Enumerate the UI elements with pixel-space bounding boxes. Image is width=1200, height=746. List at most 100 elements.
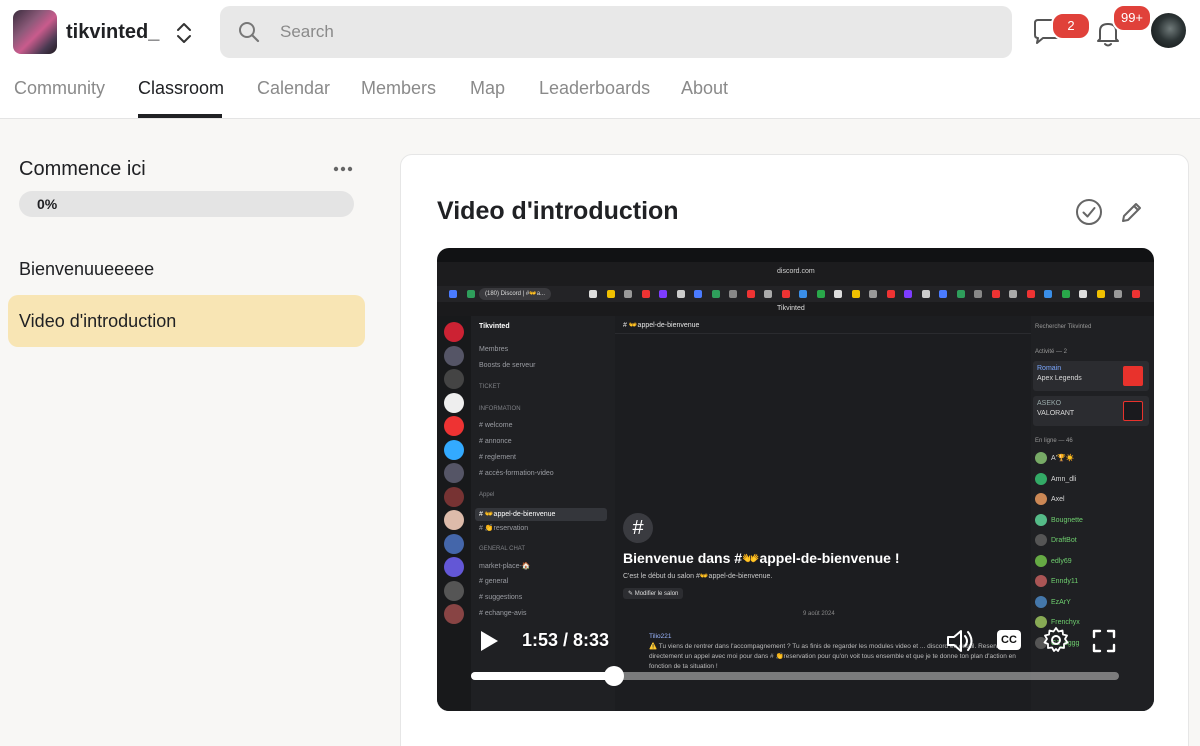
course-title: Commence ici <box>19 158 146 180</box>
chat-button[interactable]: 2 <box>1030 12 1091 48</box>
video-server-icon <box>444 486 464 507</box>
video-bookmark-icon <box>974 290 982 298</box>
video-member-name: Frenchyx <box>1051 618 1080 626</box>
video-member-item: DraftBot <box>1035 534 1077 546</box>
video-bookmarks-bar: (180) Discord | #👐a... <box>437 286 1154 302</box>
lesson-item-bienvenue[interactable]: Bienvenuueeeee <box>8 243 365 295</box>
video-activity-name: ASEKO <box>1037 400 1062 407</box>
play-icon[interactable] <box>475 628 501 654</box>
volume-icon[interactable] <box>945 628 975 654</box>
lesson-card: Video d'introduction discord.com (180) D… <box>400 154 1189 746</box>
video-member-name: Axel <box>1051 495 1065 503</box>
video-activity-game: Apex Legends <box>1037 375 1082 382</box>
course-progress-bar: 0% <box>19 191 354 217</box>
search-input[interactable] <box>280 6 980 58</box>
fullscreen-icon[interactable] <box>1091 628 1117 654</box>
video-bookmark-icon <box>606 290 615 298</box>
video-bookmark-icon <box>466 290 475 298</box>
captions-icon[interactable]: CC <box>997 630 1021 650</box>
video-channel-item: # welcome <box>479 422 513 429</box>
gear-icon[interactable] <box>1042 626 1070 654</box>
video-member-name: DraftBot <box>1051 536 1077 544</box>
video-seek-handle[interactable] <box>603 666 624 686</box>
chat-badge: 2 <box>1051 12 1091 40</box>
video-bookmark-icon <box>1061 290 1070 298</box>
video-server-icon <box>444 369 464 389</box>
video-app-bar: Tikvinted <box>437 302 1154 316</box>
video-channel-item: Boosts de serveur <box>479 362 536 369</box>
video-bookmark-icon <box>816 290 825 298</box>
video-bookmark-icon <box>729 290 737 298</box>
video-time: 1:53 / 8:33 <box>522 630 610 650</box>
mark-complete-icon[interactable] <box>1075 198 1103 226</box>
video-welcome-sub: C'est le début du salon #👐appel-de-bienv… <box>623 573 773 580</box>
video-bookmark-icon <box>746 290 755 298</box>
chevron-updown-icon[interactable] <box>172 20 196 46</box>
video-message-author: Tilio221 <box>649 633 672 640</box>
edit-pencil-icon[interactable] <box>1119 199 1145 225</box>
video-bookmark-icon <box>869 290 877 298</box>
video-bookmark-icon <box>449 290 457 298</box>
tab-classroom[interactable]: Classroom <box>138 78 224 99</box>
video-server-icon <box>444 322 464 342</box>
video-channel-item: # suggestions <box>479 594 523 601</box>
video-bookmark-icon <box>781 290 790 298</box>
video-member-item: Axel <box>1035 493 1065 505</box>
video-member-avatar <box>1035 595 1047 608</box>
video-bookmark-icon <box>1079 290 1087 298</box>
tab-community[interactable]: Community <box>14 78 105 99</box>
video-activity-name: Romain <box>1037 365 1062 372</box>
video-browser-bar: discord.com <box>437 262 1154 286</box>
video-bookmark-icon <box>624 290 632 298</box>
tab-about[interactable]: About <box>681 78 728 99</box>
course-progress-label: 0% <box>37 196 58 212</box>
lesson-item-video-intro[interactable]: Video d'introduction <box>8 295 365 347</box>
video-channel-item: # annonce <box>479 438 512 445</box>
video-member-item: Bougnette <box>1035 513 1083 526</box>
search-icon <box>239 22 260 43</box>
community-name[interactable]: tikvinted_ <box>66 21 159 44</box>
video-bookmark-icon <box>886 290 895 298</box>
video-seek-bar[interactable] <box>471 666 1119 686</box>
video-server-icon <box>444 416 464 436</box>
video-server-icon <box>444 533 464 554</box>
video-bookmark-icon <box>956 290 965 298</box>
video-member-avatar <box>1035 493 1047 505</box>
video-member-avatar <box>1035 575 1047 587</box>
video-welcome-title: Bienvenue dans #👐appel-de-bienvenue ! <box>623 550 900 566</box>
video-bookmark-icon <box>676 290 685 298</box>
tab-calendar[interactable]: Calendar <box>257 78 330 99</box>
active-tab-indicator <box>138 114 222 118</box>
video-bookmark-icon <box>799 290 807 298</box>
video-bookmark-icon <box>939 290 947 298</box>
video-hash-icon: # <box>623 513 653 543</box>
video-member-item: edly69 <box>1035 554 1072 567</box>
video-app-title: Tikvinted <box>777 305 805 312</box>
video-member-avatar <box>1035 534 1047 546</box>
community-logo[interactable] <box>13 10 57 54</box>
video-server-icon <box>444 345 464 366</box>
video-channel-item: # echange-avis <box>479 610 527 617</box>
more-options-icon[interactable] <box>332 164 354 174</box>
video-member-search: Rechercher Tikvinted <box>1035 324 1092 330</box>
search-bar[interactable] <box>220 6 1012 58</box>
video-channel-item: Membres <box>479 346 509 353</box>
tab-leaderboards[interactable]: Leaderboards <box>539 78 650 99</box>
tab-map[interactable]: Map <box>470 78 505 99</box>
tab-members[interactable]: Members <box>361 78 436 99</box>
video-member-item: A'🏆☀️ <box>1035 452 1074 464</box>
video-member-item: EzArY <box>1035 595 1071 608</box>
video-server-name: Tikvinted <box>479 323 510 330</box>
video-activity-card: ASEKO VALORANT <box>1033 396 1149 426</box>
video-seek-fill <box>471 672 614 680</box>
video-online-header: En ligne — 46 <box>1035 438 1073 444</box>
notifications-button[interactable]: 99+ <box>1091 4 1152 50</box>
video-player[interactable]: discord.com (180) Discord | #👐a... Tikvi… <box>437 248 1154 711</box>
video-channel-item: # reglement <box>479 454 516 461</box>
video-member-avatar <box>1035 554 1047 567</box>
video-bookmark-icon <box>694 290 702 298</box>
user-avatar[interactable] <box>1151 13 1186 48</box>
video-channel-item: GENERAL CHAT <box>479 546 526 552</box>
video-bookmark-icon <box>1131 290 1140 298</box>
video-member-item: Amn_dli <box>1035 472 1076 485</box>
